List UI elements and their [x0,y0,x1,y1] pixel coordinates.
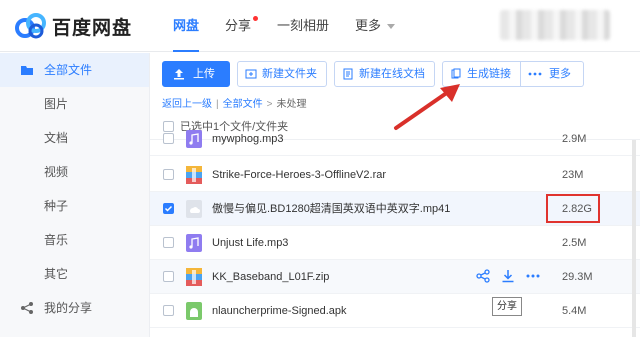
file-name[interactable]: mywphog.mp3 [212,130,284,156]
nav-tab-share[interactable]: 分享 [212,0,264,52]
breadcrumb-separator: | [216,99,219,110]
checkmark-icon [164,205,173,212]
sidebar-item-other[interactable]: 其它 [0,257,149,291]
audio-file-icon [186,234,202,252]
more-dots-icon [528,72,542,76]
new-folder-button-label: 新建文件夹 [262,68,317,80]
row-checkbox[interactable] [163,169,174,180]
breadcrumb: 返回上一级 | 全部文件 > 未处理 [162,95,306,110]
size-highlight-box [546,194,600,223]
toolbar: 上传 新建文件夹 新建在线文档 生成链接 更多 [162,61,591,87]
sidebar-item-torrents[interactable]: 种子 [0,189,149,223]
table-row-hover[interactable]: KK_Baseband_L01F.zip 29.3M [150,260,640,294]
logo-text: 百度网盘 [52,17,133,39]
file-name[interactable]: 傲慢与偏见.BD1280超清国英双语中英双字.mp41 [212,192,450,226]
nav-tab-more[interactable]: 更多 [342,0,408,52]
file-name[interactable]: Strike-Force-Heroes-3-OfflineV2.rar [212,158,386,192]
file-list: mywphog.mp3 2.9M Strike-Force-Heroes-3-O… [150,130,640,337]
breadcrumb-separator: > [266,99,273,110]
unknown-file-icon [186,200,202,218]
nav-tab-label: 一刻相册 [277,18,330,33]
document-icon [343,68,353,80]
table-row[interactable]: Unjust Life.mp3 2.5M [150,226,640,260]
sidebar-item-music[interactable]: 音乐 [0,223,149,257]
notification-dot [253,16,259,21]
row-checkbox[interactable] [163,237,174,248]
nav-tab-label: 网盘 [173,18,200,33]
nav-tab-label: 分享 [225,18,252,33]
table-row[interactable]: nlauncherprime-Signed.apk 5.4M [150,294,640,328]
sidebar-item-videos[interactable]: 视频 [0,155,149,189]
archive-file-icon [186,166,202,184]
row-checkbox[interactable] [163,305,174,316]
upload-icon [174,69,184,80]
sidebar-item-images[interactable]: 图片 [0,87,149,121]
new-folder-button[interactable]: 新建文件夹 [237,61,327,87]
nav-tab-album[interactable]: 一刻相册 [264,0,342,52]
file-size: 23M [562,169,584,181]
top-header: 百度网盘 网盘 分享 一刻相册 更多 [0,0,640,52]
breadcrumb-back-link[interactable]: 返回上一级 [162,99,212,110]
sidebar-item-label: 我的分享 [44,301,93,315]
more-dots-icon[interactable] [526,269,542,285]
row-actions [476,269,551,285]
share-tooltip: 分享 [492,297,522,316]
file-name[interactable]: nlauncherprime-Signed.apk [212,294,347,328]
app-logo[interactable]: 百度网盘 [14,12,132,40]
file-size: 2.5M [562,237,587,249]
nav-tab-netdisk[interactable]: 网盘 [160,0,212,52]
upload-button-label: 上传 [193,68,215,80]
sidebar-item-my-share[interactable]: 我的分享 [0,291,149,325]
sidebar-item-label: 文档 [44,131,69,145]
sidebar-item-label: 音乐 [44,233,69,247]
sidebar-item-label: 其它 [44,267,69,281]
table-row[interactable]: mywphog.mp3 2.9M [150,130,640,156]
share-icon [21,302,33,314]
generate-link-label: 生成链接 [467,68,511,80]
file-size: 29.3M [562,271,593,283]
row-checkbox[interactable] [163,133,174,144]
more-button-label: 更多 [549,68,571,80]
row-checkbox-checked[interactable] [163,203,174,214]
sidebar-item-label: 视频 [44,165,69,179]
sidebar-item-label: 图片 [44,97,69,111]
chevron-down-icon [387,24,396,30]
breadcrumb-all-files-link[interactable]: 全部文件 [223,99,263,110]
top-nav: 网盘 分享 一刻相册 更多 [160,0,408,52]
sidebar-item-label: 种子 [44,199,69,213]
audio-file-icon [186,130,202,148]
user-profile-area[interactable] [500,10,610,40]
table-row[interactable]: Strike-Force-Heroes-3-OfflineV2.rar 23M [150,158,640,192]
file-size: 5.4M [562,305,587,317]
file-name[interactable]: KK_Baseband_L01F.zip [212,260,329,294]
file-size: 2.9M [562,133,587,145]
sidebar: 全部文件 图片 文档 视频 种子 音乐 其它 我的分享 [0,53,150,337]
breadcrumb-current: 未处理 [276,99,307,110]
sidebar-item-label: 全部文件 [44,63,93,77]
archive-file-icon [186,268,202,286]
scrollbar[interactable] [632,140,636,337]
new-folder-icon [245,69,257,79]
apk-file-icon [186,302,202,320]
nav-tab-label: 更多 [355,18,382,33]
file-name[interactable]: Unjust Life.mp3 [212,226,288,260]
download-icon[interactable] [501,269,517,285]
folder-icon [21,66,33,75]
share-icon[interactable] [476,269,492,285]
upload-button[interactable]: 上传 [162,61,230,87]
row-checkbox[interactable] [163,271,174,282]
sidebar-item-docs[interactable]: 文档 [0,121,149,155]
more-button[interactable]: 更多 [521,61,584,87]
sidebar-item-all-files[interactable]: 全部文件 [0,53,149,87]
cloud-logo-icon [15,13,46,39]
